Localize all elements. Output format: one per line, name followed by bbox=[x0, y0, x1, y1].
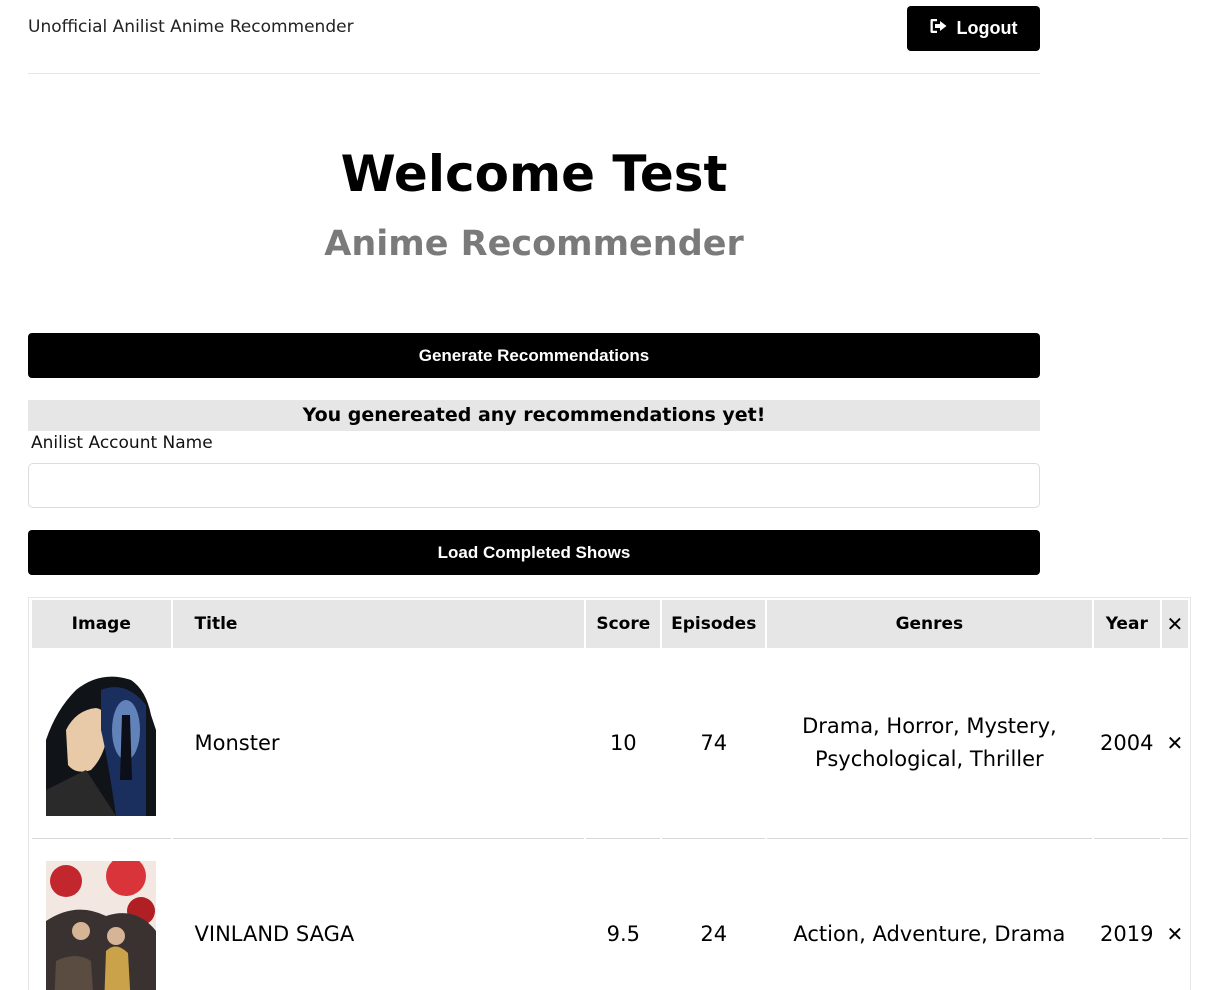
header-genres: Genres bbox=[766, 598, 1092, 648]
app-subtitle: Anime Recommender bbox=[324, 224, 744, 264]
sign-out-icon bbox=[930, 18, 948, 39]
row-genres: Action, Adventure, Drama bbox=[767, 839, 1092, 990]
row-year: 2004 bbox=[1093, 648, 1160, 839]
row-year: 2019 bbox=[1094, 839, 1160, 990]
header-episodes: Episodes bbox=[662, 598, 765, 648]
remove-row-button[interactable]: ✕ bbox=[1161, 648, 1188, 839]
remove-row-button[interactable]: ✕ bbox=[1162, 839, 1188, 990]
row-score: 9.5 bbox=[586, 839, 660, 990]
empty-recommendations-notice: You genereated any recommendations yet! bbox=[28, 400, 1040, 431]
row-score: 10 bbox=[586, 648, 661, 839]
row-episodes: 24 bbox=[662, 839, 765, 990]
header-remove: ✕ bbox=[1161, 598, 1188, 648]
poster-cell bbox=[32, 648, 171, 839]
account-name-label: Anilist Account Name bbox=[31, 433, 213, 453]
logout-label: Logout bbox=[956, 18, 1018, 38]
poster-cell bbox=[32, 839, 171, 990]
header-year: Year bbox=[1093, 598, 1160, 648]
header-title: Title bbox=[172, 598, 585, 648]
top-navbar: Unofficial Anilist Anime Recommender Log… bbox=[28, 0, 1040, 74]
welcome-heading: Welcome Test bbox=[340, 145, 728, 203]
brand-name: Unofficial Anilist Anime Recommender bbox=[28, 17, 354, 37]
row-genres: Drama, Horror, Mystery, Psychological, T… bbox=[766, 648, 1092, 839]
generate-recommendations-button[interactable]: Generate Recommendations bbox=[28, 333, 1040, 378]
table-row: Monster 10 74 Drama, Horror, Mystery, Ps… bbox=[32, 648, 1188, 839]
monster-poster-image bbox=[46, 670, 157, 816]
close-icon[interactable]: ✕ bbox=[1166, 731, 1183, 755]
load-completed-shows-button[interactable]: Load Completed Shows bbox=[28, 530, 1040, 575]
row-episodes: 74 bbox=[662, 648, 765, 839]
close-icon[interactable]: ✕ bbox=[1166, 922, 1183, 946]
row-title: Monster bbox=[172, 648, 585, 839]
account-name-input[interactable] bbox=[28, 463, 1040, 508]
completed-shows-table: Image Title Score Episodes Genres Year ✕ bbox=[28, 597, 1191, 990]
logout-button[interactable]: Logout bbox=[907, 6, 1040, 51]
header-score: Score bbox=[586, 598, 661, 648]
vinland-saga-poster-image bbox=[46, 861, 157, 990]
header-image: Image bbox=[32, 598, 171, 648]
table-header-row: Image Title Score Episodes Genres Year ✕ bbox=[32, 598, 1188, 648]
table-row: VINLAND SAGA 9.5 24 Action, Adventure, D… bbox=[32, 839, 1188, 990]
row-title: VINLAND SAGA bbox=[173, 839, 585, 990]
